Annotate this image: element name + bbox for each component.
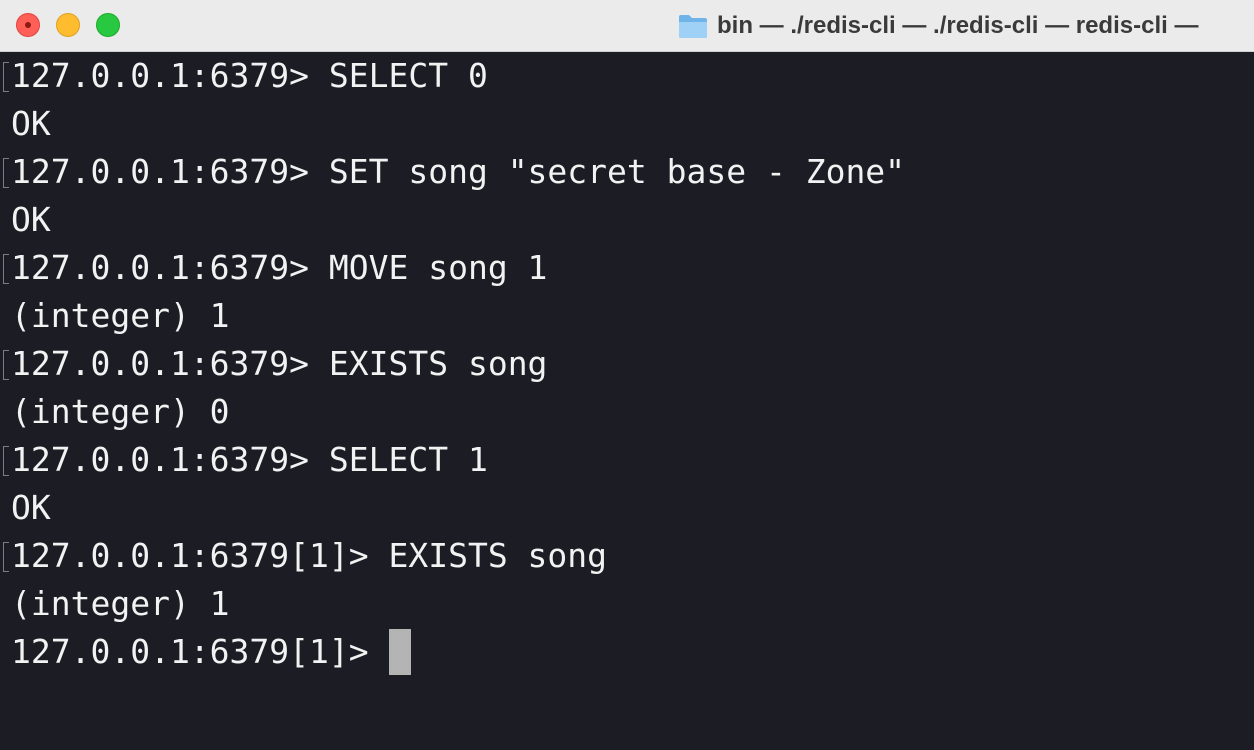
command-line: 127.0.0.1:6379> MOVE song 1 [0, 244, 1254, 292]
command-line: 127.0.0.1:6379> SELECT 1 [0, 436, 1254, 484]
command-line: 127.0.0.1:6379> SELECT 0 [0, 52, 1254, 100]
output-text: (integer) 1 [11, 584, 230, 623]
command-text: 127.0.0.1:6379> SET song "secret base - … [11, 152, 906, 191]
command-line: 127.0.0.1:6379[1]> EXISTS song [0, 532, 1254, 580]
prompt-line[interactable]: 127.0.0.1:6379[1]> [0, 628, 1254, 676]
terminal-output[interactable]: 127.0.0.1:6379> SELECT 0 OK 127.0.0.1:6379… [0, 52, 1254, 750]
command-text: 127.0.0.1:6379> EXISTS song [11, 344, 548, 383]
window-title: bin — ./redis-cli — ./redis-cli — redis-… [678, 0, 1198, 52]
command-mark-icon [3, 446, 9, 476]
command-text: 127.0.0.1:6379[1]> EXISTS song [11, 536, 608, 575]
command-text: 127.0.0.1:6379> SELECT 1 [11, 440, 488, 479]
command-mark-icon [3, 254, 9, 284]
output-text: OK [11, 104, 51, 143]
command-mark-icon [3, 62, 9, 92]
output-text: (integer) 0 [11, 392, 230, 431]
output-line: OK [0, 100, 1254, 148]
window-title-text: bin — ./redis-cli — ./redis-cli — redis-… [717, 12, 1199, 39]
close-dot-icon [25, 22, 31, 28]
output-line: (integer) 1 [0, 580, 1254, 628]
command-text: 127.0.0.1:6379> MOVE song 1 [11, 248, 548, 287]
title-bar[interactable]: bin — ./redis-cli — ./redis-cli — redis-… [0, 0, 1254, 52]
close-button[interactable] [16, 13, 40, 37]
command-line: 127.0.0.1:6379> EXISTS song [0, 340, 1254, 388]
minimize-button[interactable] [56, 13, 80, 37]
output-line: OK [0, 196, 1254, 244]
prompt-text: 127.0.0.1:6379[1]> [11, 632, 369, 671]
output-line: OK [0, 484, 1254, 532]
command-text: 127.0.0.1:6379> SELECT 0 [11, 56, 488, 95]
output-text: (integer) 1 [11, 296, 230, 335]
command-line: 127.0.0.1:6379> SET song "secret base - … [0, 148, 1254, 196]
maximize-button[interactable] [96, 13, 120, 37]
text-cursor [388, 629, 411, 675]
output-text: OK [11, 200, 51, 239]
output-line: (integer) 1 [0, 292, 1254, 340]
terminal-window: bin — ./redis-cli — ./redis-cli — redis-… [0, 0, 1254, 750]
command-mark-icon [3, 350, 9, 380]
output-line: (integer) 0 [0, 388, 1254, 436]
command-mark-icon [3, 542, 9, 572]
folder-icon [679, 15, 707, 38]
output-text: OK [11, 488, 51, 527]
command-mark-icon [3, 158, 9, 188]
